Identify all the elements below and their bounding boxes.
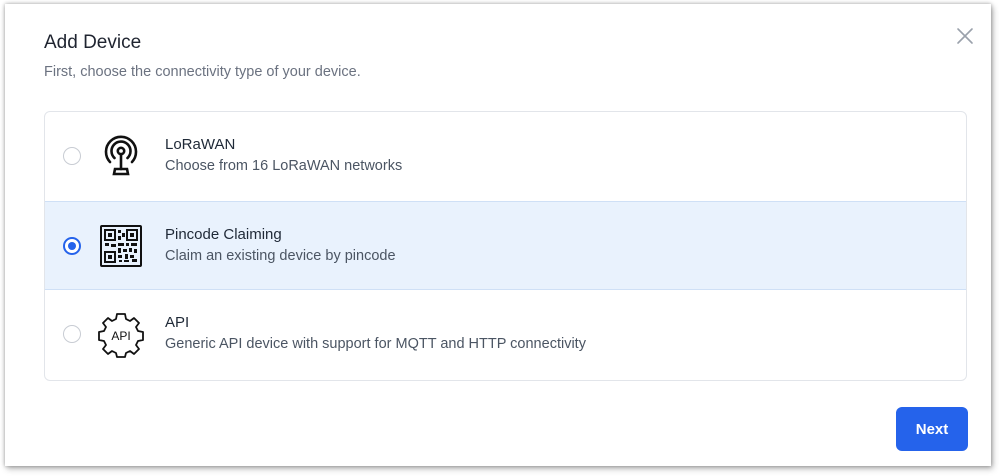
antenna-icon (104, 135, 138, 176)
option-description: Claim an existing device by pincode (165, 248, 396, 264)
close-button[interactable] (953, 24, 977, 48)
dialog-title: Add Device (44, 32, 142, 53)
svg-text:API: API (111, 329, 130, 343)
radio-lorawan[interactable] (63, 147, 81, 165)
option-title: LoRaWAN (165, 136, 236, 153)
api-gear-icon: API (98, 313, 144, 358)
radio-pincode-claiming[interactable] (63, 237, 81, 255)
dialog-subtitle: First, choose the connectivity type of y… (44, 64, 361, 80)
option-title: API (165, 314, 190, 331)
option-lorawan[interactable]: LoRaWAN Choose from 16 LoRaWAN networks (45, 112, 966, 201)
option-description: Generic API device with support for MQTT… (165, 336, 586, 352)
option-api[interactable]: API API Generic API device with support … (45, 290, 966, 379)
option-title: Pincode Claiming (165, 226, 282, 243)
connectivity-options: LoRaWAN Choose from 16 LoRaWAN networks (44, 111, 967, 381)
radio-api[interactable] (63, 325, 81, 343)
qr-code-icon (100, 225, 142, 267)
next-button[interactable]: Next (896, 407, 968, 451)
close-icon (957, 28, 973, 44)
option-pincode-claiming[interactable]: Pincode Claiming Claim an existing devic… (45, 201, 966, 290)
add-device-dialog: Add Device First, choose the connectivit… (5, 4, 991, 466)
option-description: Choose from 16 LoRaWAN networks (165, 158, 403, 174)
